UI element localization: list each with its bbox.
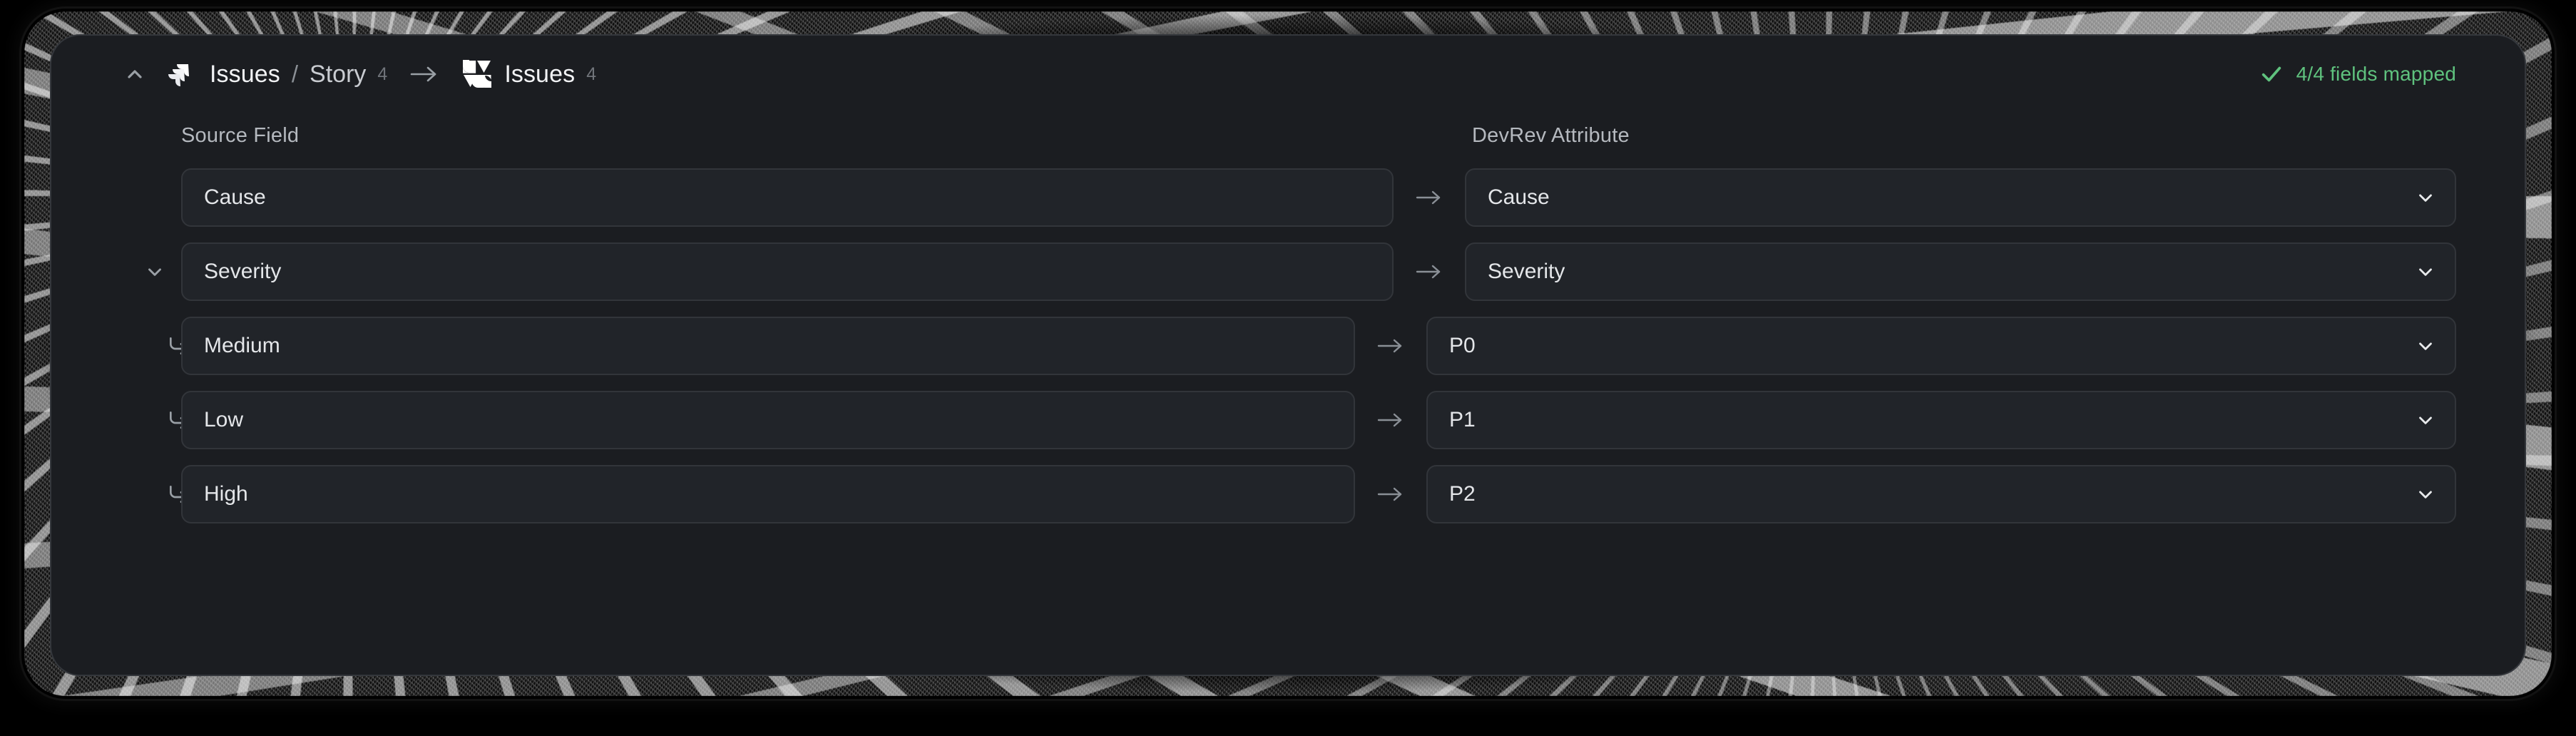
jira-icon xyxy=(165,58,197,90)
source-field-value[interactable]: Cause xyxy=(181,168,1394,227)
mapping-row-nested: Medium P0 xyxy=(128,317,2456,375)
chevron-down-icon[interactable] xyxy=(2415,484,2436,505)
source-connection-name: Issues xyxy=(210,60,280,88)
devrev-attribute-select[interactable]: P0 xyxy=(1426,317,2456,375)
devrev-attribute-value: Cause xyxy=(1488,185,1550,209)
devrev-attribute-value: P0 xyxy=(1449,334,1476,357)
source-object-name: Story xyxy=(310,60,367,88)
mapping-rows: Cause Cause Severity Severity Medium P0 … xyxy=(51,158,2525,523)
breadcrumb-separator: / xyxy=(291,61,299,87)
row-gutter xyxy=(128,391,187,449)
devrev-attribute-value: P1 xyxy=(1449,408,1476,431)
mapping-row-nested: Low P1 xyxy=(128,391,2456,449)
arrow-right-icon xyxy=(1394,262,1465,282)
source-field-value[interactable]: Medium xyxy=(181,317,1355,375)
row-gutter xyxy=(128,317,187,375)
source-field-value[interactable]: High xyxy=(181,465,1355,523)
devrev-attribute-select[interactable]: P2 xyxy=(1426,465,2456,523)
devrev-attribute-select[interactable]: Severity xyxy=(1465,242,2456,301)
row-gutter xyxy=(128,168,181,227)
chevron-up-icon[interactable] xyxy=(118,58,151,91)
target-connection-name: Issues xyxy=(504,60,576,88)
arrow-right-icon xyxy=(1394,188,1465,208)
source-field-count: 4 xyxy=(377,63,388,84)
status-badge: 4/4 fields mapped xyxy=(2259,62,2456,86)
mapping-row: Cause Cause xyxy=(128,168,2456,227)
column-headers: Source Field DevRev Attribute xyxy=(51,113,2525,158)
source-field-value[interactable]: Severity xyxy=(181,242,1394,301)
arrow-right-icon xyxy=(1355,410,1426,430)
arrow-right-icon xyxy=(409,63,440,85)
devrev-attribute-column-header: DevRev Attribute xyxy=(1472,123,1630,147)
chevron-down-icon[interactable] xyxy=(2415,335,2436,357)
source-field-value[interactable]: Low xyxy=(181,391,1355,449)
row-gutter xyxy=(128,465,187,523)
devrev-attribute-select[interactable]: Cause xyxy=(1465,168,2456,227)
mapping-row: Severity Severity xyxy=(128,242,2456,301)
status-text: 4/4 fields mapped xyxy=(2296,63,2456,85)
arrow-right-icon xyxy=(1355,336,1426,356)
devrev-attribute-value: P2 xyxy=(1449,482,1476,506)
devrev-attribute-value: Severity xyxy=(1488,260,1565,283)
card-header: Issues / Story 4 Issues 4 4/4 fields map… xyxy=(51,36,2525,113)
mapping-row-nested: High P2 xyxy=(128,465,2456,523)
chevron-down-icon[interactable] xyxy=(139,256,170,287)
arrow-right-icon xyxy=(1355,484,1426,504)
chevron-down-icon[interactable] xyxy=(2415,261,2436,282)
target-field-count: 4 xyxy=(586,63,597,84)
breadcrumb: Issues / Story 4 Issues 4 xyxy=(128,58,2259,91)
check-icon xyxy=(2259,62,2284,86)
devrev-attribute-select[interactable]: P1 xyxy=(1426,391,2456,449)
source-field-column-header: Source Field xyxy=(181,123,300,147)
row-gutter xyxy=(128,242,181,301)
field-mapping-card: Issues / Story 4 Issues 4 4/4 fields map… xyxy=(50,34,2526,676)
screen-root: Issues / Story 4 Issues 4 4/4 fields map… xyxy=(0,0,2576,736)
devrev-icon xyxy=(461,58,493,90)
chevron-down-icon[interactable] xyxy=(2415,187,2436,208)
chevron-down-icon[interactable] xyxy=(2415,409,2436,431)
